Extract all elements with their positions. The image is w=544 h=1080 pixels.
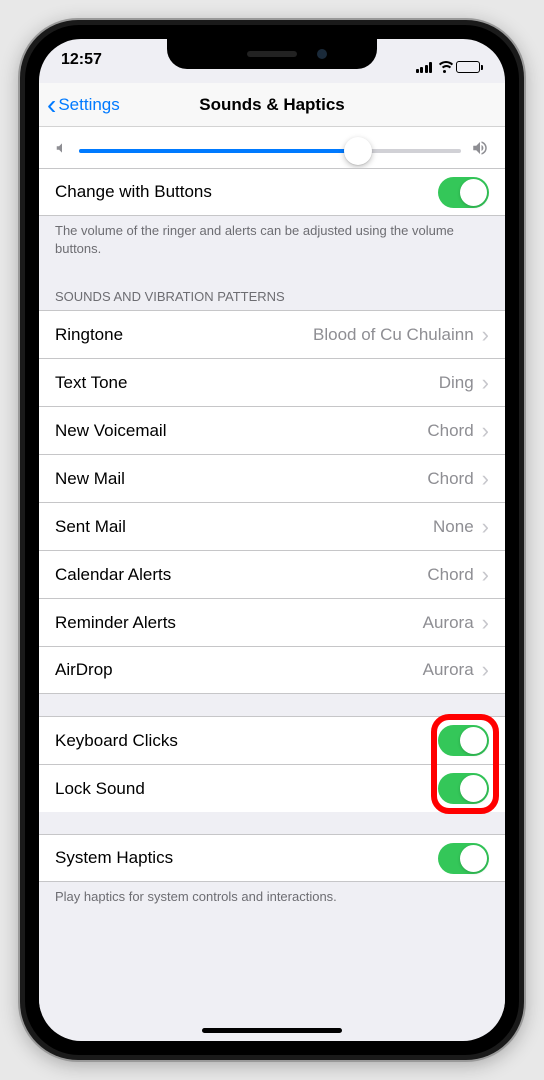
airdrop-row[interactable]: AirDrop Aurora ›	[39, 646, 505, 694]
text-tone-row[interactable]: Text Tone Ding ›	[39, 358, 505, 406]
chevron-right-icon: ›	[482, 418, 489, 444]
keyboard-clicks-row: Keyboard Clicks	[39, 716, 505, 764]
signal-icon	[416, 62, 433, 73]
keyboard-clicks-toggle[interactable]	[438, 725, 489, 756]
chevron-left-icon: ‹	[47, 91, 56, 119]
chevron-right-icon: ›	[482, 322, 489, 348]
phone-frame: 12:57 ‹ Settings Sounds & Haptics	[20, 20, 524, 1060]
notch	[167, 39, 377, 69]
volume-low-icon	[55, 141, 69, 160]
new-mail-row[interactable]: New Mail Chord ›	[39, 454, 505, 502]
change-with-buttons-row: Change with Buttons	[39, 168, 505, 216]
chevron-right-icon: ›	[482, 514, 489, 540]
volume-footer-text: The volume of the ringer and alerts can …	[39, 216, 505, 271]
home-indicator[interactable]	[202, 1028, 342, 1033]
system-haptics-group: System Haptics	[39, 834, 505, 882]
back-button[interactable]: ‹ Settings	[39, 91, 128, 119]
reminder-alerts-row[interactable]: Reminder Alerts Aurora ›	[39, 598, 505, 646]
slider-knob[interactable]	[344, 137, 372, 165]
sounds-group: Ringtone Blood of Cu Chulainn › Text Ton…	[39, 310, 505, 694]
sent-mail-row[interactable]: Sent Mail None ›	[39, 502, 505, 550]
change-with-buttons-toggle[interactable]	[438, 177, 489, 208]
chevron-right-icon: ›	[482, 562, 489, 588]
nav-bar: ‹ Settings Sounds & Haptics	[39, 83, 505, 127]
chevron-right-icon: ›	[482, 657, 489, 683]
battery-icon	[456, 61, 483, 73]
chevron-right-icon: ›	[482, 610, 489, 636]
sounds-section-header: SOUNDS AND VIBRATION PATTERNS	[39, 271, 505, 310]
keyboard-lock-group: Keyboard Clicks Lock Sound	[39, 716, 505, 812]
lock-sound-row: Lock Sound	[39, 764, 505, 812]
volume-high-icon	[471, 139, 489, 162]
haptics-footer-text: Play haptics for system controls and int…	[39, 882, 505, 920]
chevron-right-icon: ›	[482, 370, 489, 396]
wifi-icon	[436, 61, 452, 73]
calendar-alerts-row[interactable]: Calendar Alerts Chord ›	[39, 550, 505, 598]
lock-sound-toggle[interactable]	[438, 773, 489, 804]
screen: 12:57 ‹ Settings Sounds & Haptics	[39, 39, 505, 1041]
system-haptics-toggle[interactable]	[438, 843, 489, 874]
status-time: 12:57	[61, 51, 102, 83]
system-haptics-row: System Haptics	[39, 834, 505, 882]
content: Change with Buttons The volume of the ri…	[39, 127, 505, 1011]
ringtone-row[interactable]: Ringtone Blood of Cu Chulainn ›	[39, 310, 505, 358]
new-voicemail-row[interactable]: New Voicemail Chord ›	[39, 406, 505, 454]
volume-slider[interactable]	[79, 149, 461, 153]
volume-slider-row	[39, 127, 505, 168]
chevron-right-icon: ›	[482, 466, 489, 492]
back-label: Settings	[58, 95, 119, 115]
change-with-buttons-label: Change with Buttons	[55, 182, 438, 202]
